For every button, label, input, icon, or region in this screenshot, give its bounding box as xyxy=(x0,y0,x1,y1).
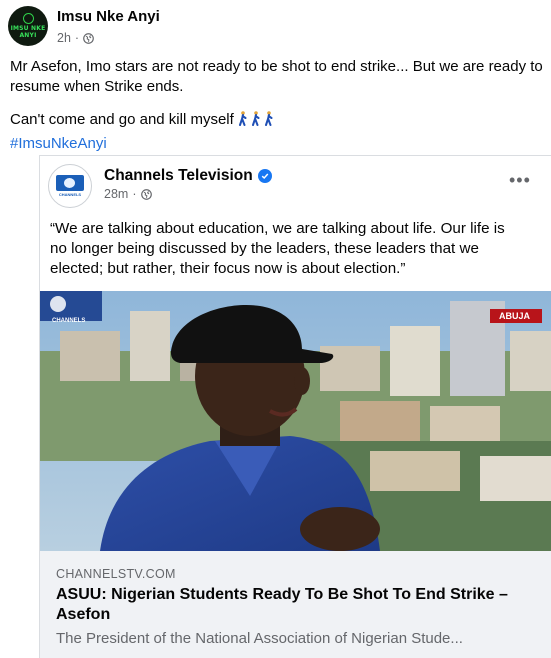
shared-news-photo[interactable]: CHANNELS ABUJA xyxy=(40,291,551,551)
post-body: Mr Asefon, Imo stars are not ready to be… xyxy=(10,57,545,154)
avatar-text-1: IMSU NKE xyxy=(10,25,46,32)
person-walking-emoji-3 xyxy=(264,111,273,126)
hashtag-link[interactable]: #ImsuNkeAnyi xyxy=(10,134,545,154)
globe-icon xyxy=(140,188,152,200)
link-domain: CHANNELSTV.COM xyxy=(56,567,176,581)
shared-page-name[interactable]: Channels Television xyxy=(104,167,253,185)
photo-channel-bug: CHANNELS xyxy=(52,318,85,324)
author-avatar[interactable]: IMSU NKE ANYI xyxy=(8,6,48,46)
link-description: The President of the National Associatio… xyxy=(56,630,463,647)
channels-logo-text: CHANNELS xyxy=(58,192,82,197)
photo-location-tag: ABUJA xyxy=(499,311,531,321)
shared-post-card[interactable]: CHANNELS Channels Television 28m · ••• “… xyxy=(39,155,551,658)
meta-separator: · xyxy=(132,187,137,201)
shared-quote-text: “We are talking about education, we are … xyxy=(50,220,505,277)
shared-timestamp[interactable]: 28m xyxy=(104,187,128,201)
more-options-button[interactable]: ••• xyxy=(509,171,531,189)
post-text-line-1: Mr Asefon, Imo stars are not ready to be… xyxy=(10,58,543,95)
post-author-name[interactable]: Imsu Nke Anyi xyxy=(57,8,160,25)
meta-separator: · xyxy=(74,31,80,45)
avatar-logo-mark xyxy=(22,13,34,24)
link-preview[interactable]: CHANNELSTV.COM ASUU: Nigerian Students R… xyxy=(40,551,551,658)
avatar-text-2: ANYI xyxy=(19,32,37,39)
shared-page-name-row: Channels Television xyxy=(104,167,272,185)
post-text-line-2-text: Can't come and go and kill myself xyxy=(10,111,234,128)
person-walking-emoji-2 xyxy=(251,111,260,126)
post-text-line-2: Can't come and go and kill myself xyxy=(10,110,545,130)
globe-icon xyxy=(83,32,94,44)
link-title[interactable]: ASUU: Nigerian Students Ready To Be Shot… xyxy=(56,585,526,625)
person-walking-emoji-1 xyxy=(238,111,247,126)
post-meta: 2h · xyxy=(57,31,94,45)
verified-badge-icon xyxy=(257,169,272,183)
channels-tv-avatar[interactable]: CHANNELS xyxy=(48,164,92,208)
shared-meta: 28m · xyxy=(104,187,152,201)
post-timestamp[interactable]: 2h xyxy=(57,31,71,45)
channels-logo-icon xyxy=(56,175,84,191)
